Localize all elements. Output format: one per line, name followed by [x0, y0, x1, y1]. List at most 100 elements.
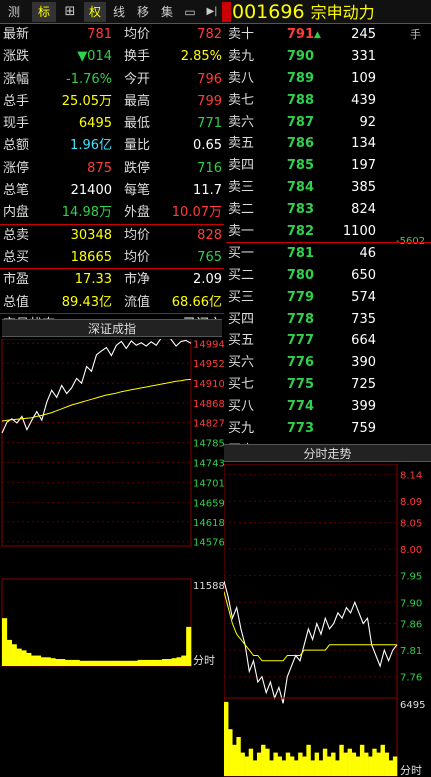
orderbook-volume: 46 — [359, 245, 376, 261]
volume-bar — [31, 655, 37, 666]
quote-value: 828 — [197, 227, 222, 243]
orderbook-label: 卖五 — [228, 136, 255, 152]
volume-bar — [310, 760, 315, 776]
quote-label: 总额 — [3, 138, 30, 154]
orderbook-volume: 245 — [351, 27, 376, 42]
y-tick-label: 8.14 — [400, 471, 422, 482]
quote-label: 总卖 — [3, 227, 30, 243]
quote-value: 10.07万 — [171, 205, 222, 221]
orderbook-row[interactable]: 买二 780 650 — [226, 265, 431, 287]
y-tick-label: 14994 — [193, 339, 224, 350]
up-arrow-icon: ▲ — [314, 30, 321, 40]
volume-bar — [103, 660, 109, 666]
orderbook-row[interactable]: 卖六 787 92 — [226, 112, 431, 134]
orderbook-price: 775 — [286, 377, 314, 393]
orderbook-price: 781 — [286, 245, 314, 261]
orderbook-row[interactable]: 卖三 784 385 — [226, 177, 431, 199]
y-tick-label: 14618 — [193, 518, 224, 529]
volume-bar — [335, 760, 340, 776]
volume-bar — [256, 752, 262, 776]
quote-label: 总值 — [3, 294, 30, 310]
orderbook-price: 789 — [286, 70, 314, 86]
volume-bar — [35, 655, 42, 666]
orderbook-label: 买七 — [228, 377, 255, 393]
quote-row: 总卖 30348 均价 828 — [0, 225, 224, 247]
orderbook-label: 买二 — [228, 267, 255, 283]
orderbook-row[interactable]: 卖一 782 1100 — [226, 221, 431, 243]
tool-rights[interactable]: 权 — [84, 2, 106, 22]
quote-label: 总笔 — [3, 183, 30, 199]
y-tick-label: 14576 — [193, 538, 224, 549]
orderbook-row[interactable]: 买六 776 390 — [226, 352, 431, 374]
orderbook-label: 买四 — [228, 311, 255, 327]
orderbook-row[interactable]: 卖四 785 197 — [226, 155, 431, 177]
quote-label: 跌停 — [124, 160, 151, 176]
orderbook-row[interactable]: 买七 775 725 — [226, 374, 431, 396]
orderbook-row[interactable]: 卖八 789 109 — [226, 68, 431, 90]
orderbook-volume: 439 — [351, 92, 376, 108]
quote-row: 最新 781 均价 782 — [0, 24, 224, 46]
orderbook-row[interactable]: 卖九 790 331 — [226, 46, 431, 68]
volume-bar — [351, 752, 357, 776]
orderbook-row[interactable]: 买四 778 735 — [226, 309, 431, 331]
orderbook-price: 791 — [286, 27, 314, 42]
orderbook-row[interactable]: 卖七 788 439 — [226, 90, 431, 112]
y-tick-label: 7.90 — [400, 598, 422, 609]
quote-label: 均价 — [124, 249, 151, 265]
orderbook-row[interactable]: 卖五 786 134 — [226, 133, 431, 155]
orderbook-volume: 385 — [351, 180, 376, 196]
orderbook-price: 790 — [286, 48, 314, 64]
quote-value: 765 — [197, 249, 222, 265]
quote-value: 782 — [197, 27, 222, 42]
grid-icon[interactable]: ⊞ — [59, 2, 81, 22]
y-tick-label: 14659 — [193, 498, 224, 509]
orderbook-label: 买八 — [228, 399, 255, 415]
quote-value: 89.43亿 — [61, 294, 112, 310]
volume-bar — [224, 701, 229, 776]
quote-row: 总笔 21400 每笔 11.7 — [0, 180, 224, 202]
orderbook-volume: 134 — [351, 136, 376, 152]
orderbook-row[interactable]: 买八 774 399 — [226, 396, 431, 418]
price-plot-frame — [224, 464, 398, 699]
volume-bar — [343, 752, 348, 776]
volume-bar — [252, 760, 258, 776]
y-tick-label: 7.86 — [400, 620, 422, 631]
orderbook-label: 卖一 — [228, 224, 255, 240]
volume-bar — [388, 760, 394, 776]
tool-measure[interactable]: 测 — [2, 2, 26, 22]
orderbook-row[interactable]: 卖十 791 ▲ 245 — [226, 24, 431, 46]
orderbook-price: 779 — [286, 289, 314, 305]
quote-value: ▼014 — [77, 49, 112, 65]
orderbook-row[interactable]: 买三 779 574 — [226, 287, 431, 309]
tool-mark[interactable]: 标 — [32, 2, 56, 22]
orderbook-label: 卖七 — [228, 92, 255, 108]
volume-bar — [176, 657, 182, 666]
tool-collect[interactable]: 集 — [156, 2, 178, 22]
index-panel-title: 深证成指 — [2, 319, 222, 337]
orderbook-price: 778 — [286, 311, 314, 327]
orderbook-row[interactable]: 买五 777 664 — [226, 330, 431, 352]
quote-row: 涨跌 ▼014 换手 2.85% — [0, 46, 224, 68]
orderbook-row[interactable]: 卖二 783 824 — [226, 199, 431, 221]
volume-bar — [302, 756, 307, 776]
price-line — [224, 580, 398, 704]
orderbook-row[interactable]: 买一 781 46 — [226, 243, 431, 265]
volume-bar — [69, 659, 75, 666]
quote-value: 6495 — [78, 116, 112, 132]
orderbook-price: 782 — [286, 224, 314, 240]
quote-value: 796 — [197, 71, 222, 87]
orderbook-volume: 92 — [359, 114, 376, 130]
screen-icon[interactable]: ▭ — [180, 2, 200, 22]
y-tick-label: 14701 — [193, 478, 224, 489]
quote-value: 771 — [197, 116, 222, 132]
quote-label: 内盘 — [3, 205, 30, 221]
forward-icon[interactable]: ▶| — [203, 2, 221, 22]
tool-line[interactable]: 线 — [108, 2, 130, 22]
orderbook-row[interactable]: 买九 773 759 — [226, 418, 431, 440]
y-tick-label: 14743 — [193, 458, 224, 469]
orderbook-label: 卖九 — [228, 48, 255, 64]
quote-row: 现手 6495 最低 771 — [0, 113, 224, 135]
volume-bar — [171, 658, 177, 666]
tool-move[interactable]: 移 — [132, 2, 154, 22]
volume-bar — [248, 748, 254, 776]
